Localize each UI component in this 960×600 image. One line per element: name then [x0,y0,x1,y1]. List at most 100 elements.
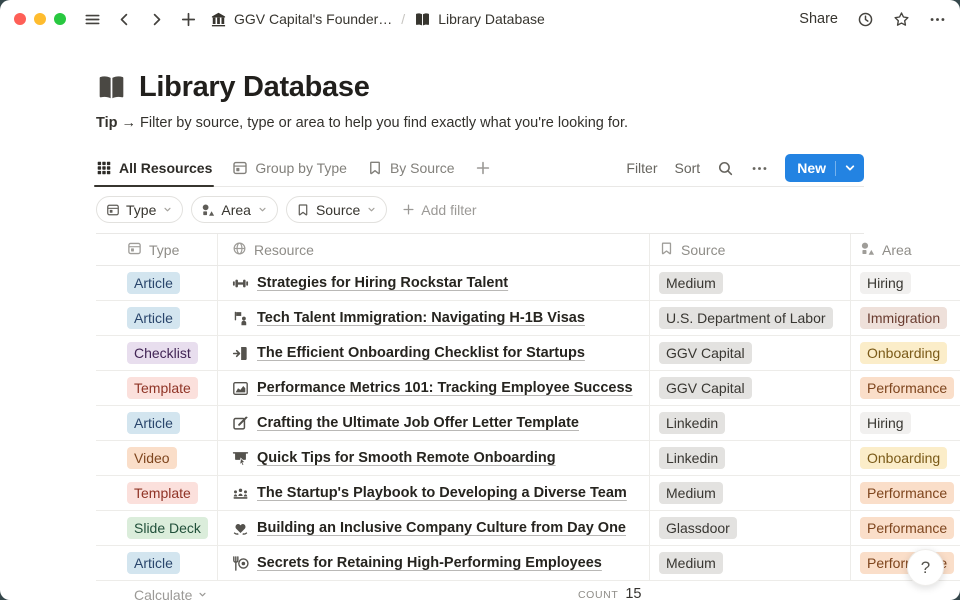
table-row: Slide Deck Building an Inclusive Company … [96,511,960,546]
area-cell[interactable]: Hiring [851,406,960,440]
source-cell[interactable]: Medium [650,546,851,580]
area-cell[interactable]: Performance [851,371,960,405]
type-cell[interactable]: Article [96,546,218,580]
add-view-button[interactable] [475,150,491,186]
shapes-icon [860,241,875,259]
resource-title[interactable]: The Efficient Onboarding Checklist for S… [257,345,585,361]
type-cell[interactable]: Template [96,476,218,510]
source-cell[interactable]: Medium [650,266,851,300]
resource-cell[interactable]: Tech Talent Immigration: Navigating H-1B… [218,301,650,335]
close-window-button[interactable] [14,13,26,25]
bookmark-icon [367,160,383,176]
resource-title[interactable]: The Startup's Playbook to Developing a D… [257,485,627,501]
resource-title[interactable]: Building an Inclusive Company Culture fr… [257,520,626,536]
resource-cell[interactable]: Secrets for Retaining High-Performing Em… [218,546,650,580]
tab-by-source[interactable]: By Source [367,150,455,186]
heart-hands-icon [232,520,249,537]
filter-chip-area[interactable]: Area [191,196,278,223]
clock-icon[interactable] [857,11,874,28]
chevron-right-icon[interactable] [148,11,165,28]
column-header-type[interactable]: Type [96,234,218,265]
source-cell[interactable]: Medium [650,476,851,510]
topbar-action-icons [857,11,946,28]
resource-cell[interactable]: Strategies for Hiring Rockstar Talent [218,266,650,300]
immigration-icon [232,310,249,327]
more-options-icon[interactable] [751,160,768,177]
tab-all-resources[interactable]: All Resources [96,150,212,186]
chip-label: Type [126,202,156,218]
table-row: Template Performance Metrics 101: Trackin… [96,371,960,406]
plus-icon[interactable] [180,11,197,28]
resource-cell[interactable]: Quick Tips for Smooth Remote Onboarding [218,441,650,475]
type-tag: Template [127,482,198,504]
resource-title[interactable]: Quick Tips for Smooth Remote Onboarding [257,450,556,466]
resource-title[interactable]: Tech Talent Immigration: Navigating H-1B… [257,310,585,326]
star-icon[interactable] [893,11,910,28]
new-button-label[interactable]: New [785,160,835,176]
table-row: Article Secrets for Retaining High-Perfor… [96,546,960,581]
share-button[interactable]: Share [799,11,838,27]
resource-title[interactable]: Crafting the Ultimate Job Offer Letter T… [257,415,579,431]
tab-label: Group by Type [255,160,347,176]
resource-cell[interactable]: Performance Metrics 101: Tracking Employ… [218,371,650,405]
breadcrumb-workspace[interactable]: GGV Capital's Founder… [234,11,392,27]
resource-cell[interactable]: The Startup's Playbook to Developing a D… [218,476,650,510]
source-cell[interactable]: U.S. Department of Labor [650,301,851,335]
source-cell[interactable]: Glassdoor [650,511,851,545]
chevron-left-icon[interactable] [116,11,133,28]
breadcrumb-page[interactable]: Library Database [438,11,545,27]
help-button[interactable]: ? [907,549,944,586]
globe-icon [232,241,247,259]
type-cell[interactable]: Template [96,371,218,405]
tab-label: By Source [390,160,455,176]
source-tag: GGV Capital [659,342,752,364]
ellipsis-icon[interactable] [929,11,946,28]
type-cell[interactable]: Article [96,301,218,335]
source-cell[interactable]: Linkedin [650,441,851,475]
source-cell[interactable]: Linkedin [650,406,851,440]
source-cell[interactable]: GGV Capital [650,336,851,370]
tip-text: Filter by source, type or area to help y… [140,115,628,131]
filter-button[interactable]: Filter [626,160,657,176]
type-cell[interactable]: Video [96,441,218,475]
column-header-source[interactable]: Source [650,234,851,265]
resource-cell[interactable]: The Efficient Onboarding Checklist for S… [218,336,650,370]
resource-title[interactable]: Secrets for Retaining High-Performing Em… [257,555,602,571]
new-button[interactable]: New [785,154,864,182]
count-value: 15 [625,586,641,600]
column-header-resource[interactable]: Resource [218,234,650,265]
area-tag: Performance [860,482,954,504]
area-cell[interactable]: Performance [851,476,960,510]
zoom-window-button[interactable] [54,13,66,25]
area-cell[interactable]: Performance [851,511,960,545]
search-icon[interactable] [717,160,734,177]
type-cell[interactable]: Article [96,266,218,300]
sort-button[interactable]: Sort [675,160,701,176]
source-cell[interactable]: GGV Capital [650,371,851,405]
resource-title[interactable]: Performance Metrics 101: Tracking Employ… [257,380,633,396]
minimize-window-button[interactable] [34,13,46,25]
source-tag: Linkedin [659,447,725,469]
filter-chip-type[interactable]: Type [96,196,183,223]
type-cell[interactable]: Checklist [96,336,218,370]
resource-title[interactable]: Strategies for Hiring Rockstar Talent [257,275,508,291]
area-cell[interactable]: Immigration [851,301,960,335]
breadcrumb: GGV Capital's Founder… / Library Databas… [210,11,545,28]
resource-cell[interactable]: Crafting the Ultimate Job Offer Letter T… [218,406,650,440]
type-cell[interactable]: Slide Deck [96,511,218,545]
area-cell[interactable]: Onboarding [851,441,960,475]
board-icon [106,203,120,217]
add-filter-button[interactable]: Add filter [402,202,476,218]
filter-chip-source[interactable]: Source [286,196,387,223]
area-cell[interactable]: Onboarding [851,336,960,370]
area-cell[interactable]: Hiring [851,266,960,300]
column-header-area[interactable]: Area [851,234,960,265]
resource-cell[interactable]: Building an Inclusive Company Culture fr… [218,511,650,545]
calculate-button[interactable]: Calculate [96,587,208,600]
hamburger-icon[interactable] [84,11,101,28]
type-cell[interactable]: Article [96,406,218,440]
tab-group-by-type[interactable]: Group by Type [232,150,347,186]
door-enter-icon [232,345,249,362]
chevron-down-icon[interactable] [836,161,864,175]
chip-label: Area [221,202,251,218]
